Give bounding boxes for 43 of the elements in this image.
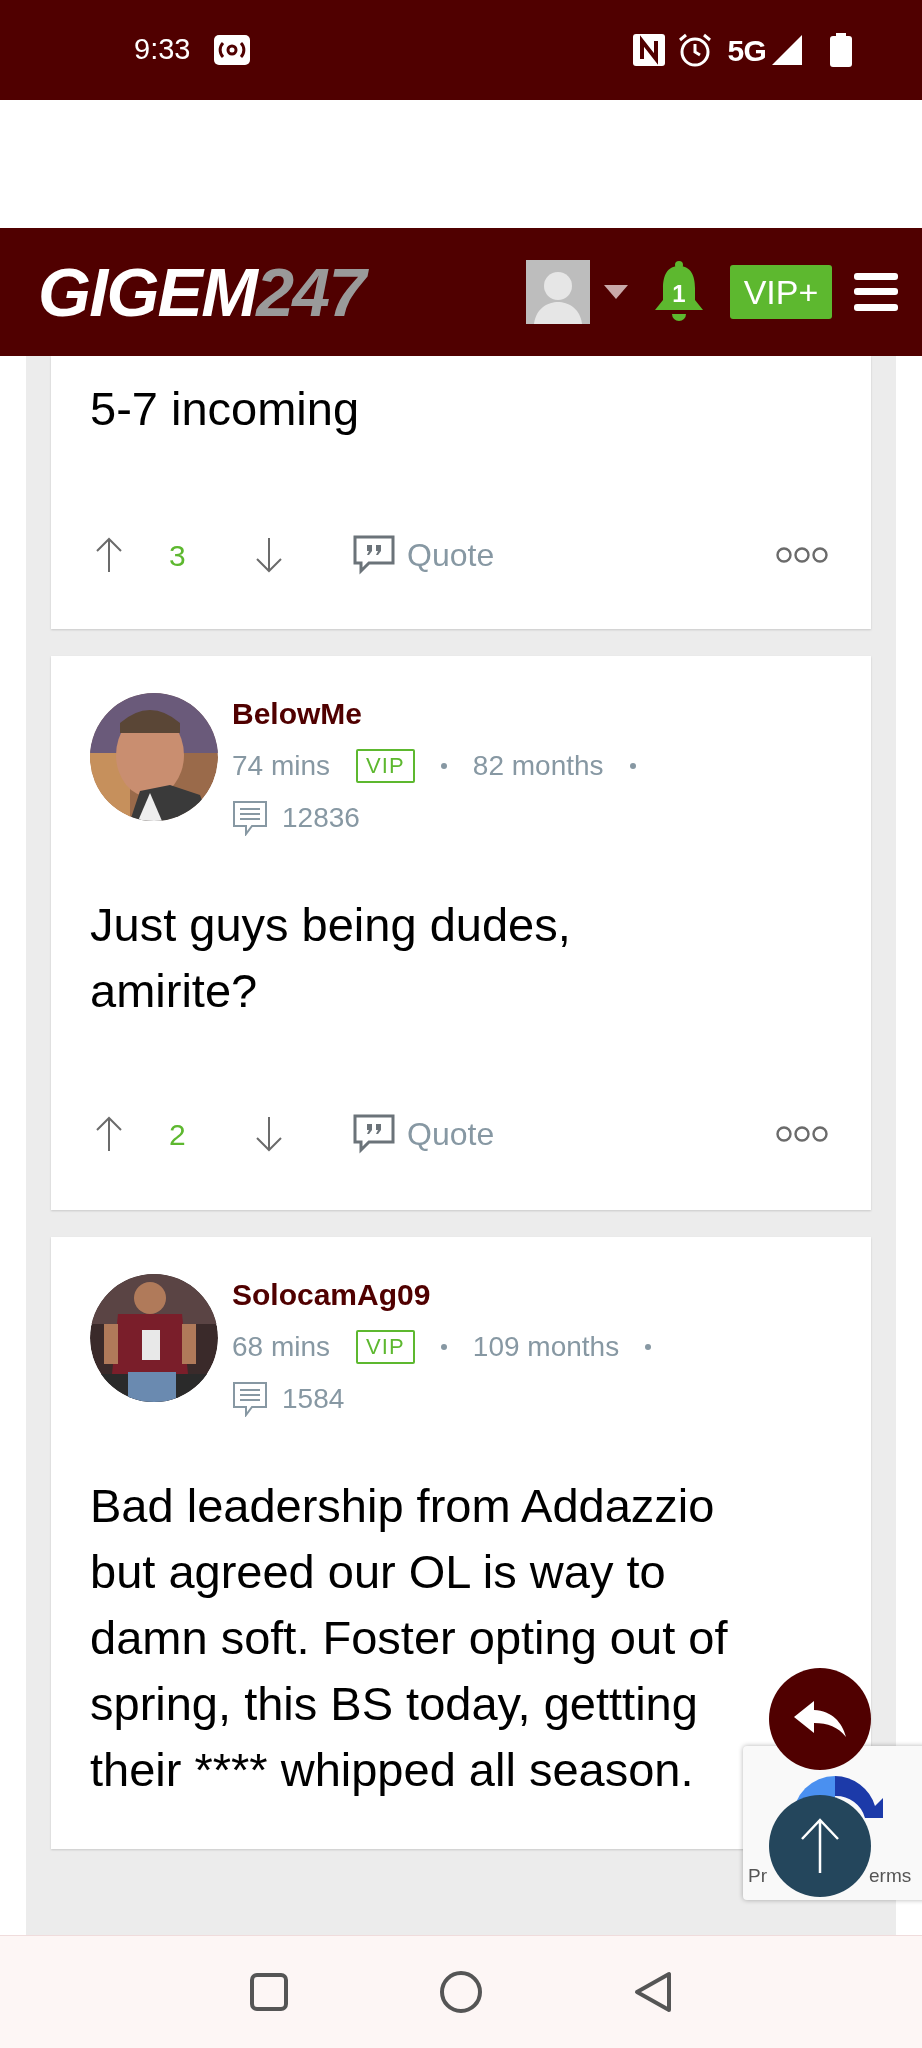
post-time: 74 mins	[232, 749, 331, 783]
back-icon[interactable]	[633, 1970, 673, 2014]
bell-icon	[652, 260, 706, 324]
alarm-icon	[677, 32, 714, 68]
home-icon[interactable]	[439, 1970, 483, 2014]
vip-badge: VIP	[356, 1330, 415, 1364]
post-count: 1584	[282, 1382, 345, 1416]
cast-icon	[214, 35, 251, 65]
comment-icon	[232, 800, 268, 836]
post-body: 5-7 incoming	[90, 381, 361, 437]
battery-icon	[830, 33, 852, 67]
post-body: Bad leadership from Addazzio but agreed our OL is way to damn soft. Foster opting out of spring, this BS today, gettting their **** whipped all season.	[90, 1478, 729, 1798]
member-tenure: 82 months	[472, 749, 604, 783]
nfc-icon	[633, 34, 666, 66]
up-arrow-icon	[800, 1818, 840, 1874]
vote-count: 3	[169, 537, 187, 574]
reply-icon	[794, 1701, 846, 1737]
network-type: 5G	[727, 32, 766, 69]
downvote-icon[interactable]	[255, 537, 283, 573]
more-options-icon[interactable]	[776, 546, 828, 564]
quote-icon	[353, 535, 395, 575]
recaptcha-link[interactable]: erms	[869, 1864, 912, 1888]
menu-icon[interactable]	[854, 273, 898, 311]
comment-icon	[232, 1381, 268, 1417]
post-count: 12836	[282, 801, 360, 835]
recents-icon[interactable]	[249, 1972, 289, 2012]
author-name[interactable]: SolocamAg09	[232, 1269, 431, 1321]
upvote-icon[interactable]	[95, 1116, 123, 1152]
recaptcha-link[interactable]: Pr	[748, 1864, 767, 1888]
status-time: 9:33	[134, 32, 191, 68]
more-options-icon[interactable]	[776, 1125, 828, 1143]
member-tenure: 109 months	[472, 1330, 620, 1364]
quote-icon	[353, 1114, 395, 1154]
notification-count: 1	[671, 279, 687, 309]
post-body: Just guys being dudes, amirite?	[90, 897, 572, 1019]
upvote-icon[interactable]	[95, 537, 123, 573]
downvote-icon[interactable]	[255, 1116, 283, 1152]
vote-count: 2	[169, 1116, 187, 1153]
author-name[interactable]: BelowMe	[232, 688, 363, 740]
signal-icon	[770, 33, 804, 67]
post-time: 68 mins	[232, 1330, 331, 1364]
caret-icon[interactable]	[604, 285, 628, 299]
vip-badge: VIP	[356, 749, 415, 783]
